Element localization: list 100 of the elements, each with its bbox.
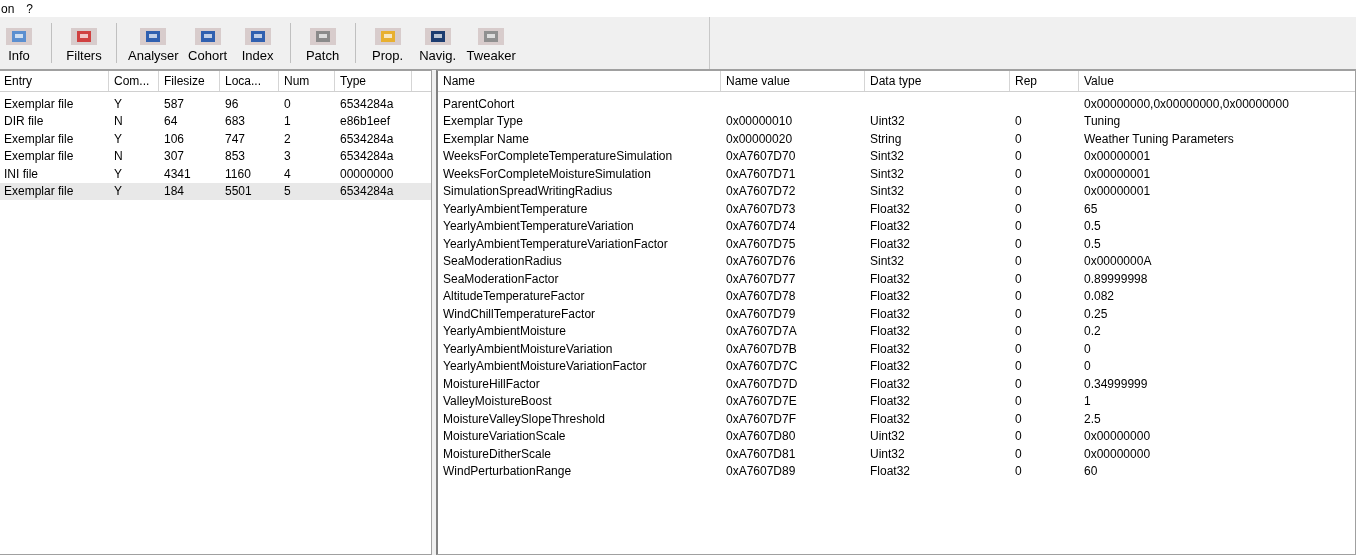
table-cell: 0 (1015, 429, 1022, 444)
table-cell: 2.5 (1084, 411, 1101, 426)
table-cell: 0.082 (1084, 289, 1115, 304)
table-cell: 0 (1015, 446, 1022, 461)
table-cell: Uint32 (870, 446, 905, 461)
table-cell: 0xA7607D7C (726, 359, 798, 374)
table-cell: Float32 (870, 219, 911, 234)
menu-item[interactable]: ? (26, 1, 34, 16)
table-cell: 65 (1084, 201, 1098, 216)
table-cell: WeeksForCompleteTemperatureSimulation (443, 149, 673, 164)
table-cell: 0xA7607D7F (726, 411, 797, 426)
entry-row[interactable]: Exemplar file Y 184 5501 5 6534284a (0, 182, 431, 200)
table-cell: 0x00000010 (726, 114, 793, 129)
toolbar-button[interactable]: Index (232, 17, 283, 69)
table-cell: MoistureValleySlopeThreshold (443, 411, 605, 426)
toolbar-button[interactable]: Prop. (362, 17, 413, 69)
entry-row[interactable]: Exemplar file N 307 853 3 6534284a (0, 147, 431, 165)
tool-icon (140, 28, 167, 45)
entry-row[interactable]: INI file Y 4341 1160 4 00000000 (0, 165, 431, 183)
table-cell: Sint32 (870, 149, 905, 164)
table-cell: Exemplar Type (443, 114, 523, 129)
table-cell: WindPerturbationRange (443, 464, 572, 479)
toolbar-button[interactable]: Tweaker (462, 17, 520, 69)
column-header[interactable]: Rep (1010, 71, 1079, 91)
table-cell: 0 (1015, 271, 1022, 286)
table-cell: Sint32 (870, 254, 905, 269)
table-cell: YearlyAmbientTemperatureVariationFactor (443, 236, 668, 251)
table-cell: MoistureDitherScale (443, 446, 552, 461)
table-cell: 0.5 (1084, 219, 1101, 234)
tool-icon (71, 28, 97, 45)
table-cell: 0x00000020 (726, 131, 793, 146)
tool-icon (374, 28, 401, 45)
table-cell: 0 (1015, 394, 1022, 409)
toolbar-button[interactable]: Patch (297, 17, 348, 69)
table-cell: Float32 (870, 341, 911, 356)
toolbar-button[interactable]: Filters (59, 17, 109, 69)
column-header[interactable]: Name value (721, 71, 865, 91)
table-cell: 0x00000001 (1084, 149, 1151, 164)
table-cell: 0 (1015, 411, 1022, 426)
table-cell: Uint32 (870, 114, 905, 129)
table-cell: 0xA7607D7D (726, 376, 798, 391)
table-cell: YearlyAmbientMoisture (443, 324, 566, 339)
table-cell: 0 (1015, 464, 1022, 479)
table-cell: 0xA7607D79 (726, 306, 796, 321)
column-header[interactable]: Loca... (220, 71, 279, 91)
table-cell: 0 (1015, 114, 1022, 129)
table-cell: 0.34999999 (1084, 376, 1148, 391)
table-cell: 0xA7607D7B (726, 341, 797, 356)
table-cell: Float32 (870, 411, 911, 426)
toolbar-button[interactable]: Analyser (124, 17, 183, 69)
tool-icon (424, 28, 451, 45)
table-cell: 0 (1015, 184, 1022, 199)
table-cell: 0xA7607D74 (726, 219, 796, 234)
table-cell: 0 (1015, 341, 1022, 356)
tool-icon (194, 28, 221, 45)
column-header[interactable]: Data type (865, 71, 1010, 91)
toolbar-button[interactable]: Cohort (182, 17, 233, 69)
table-cell: 0 (1015, 289, 1022, 304)
table-cell: MoistureHillFactor (443, 376, 540, 391)
table-cell: 0xA7607D7A (726, 324, 797, 339)
menu-item[interactable]: on (1, 1, 15, 16)
table-cell: 0x00000001 (1084, 184, 1151, 199)
toolbar-button[interactable]: Navig. (412, 17, 463, 69)
table-cell: 0xA7607D76 (726, 254, 796, 269)
table-cell: 0x00000001 (1084, 166, 1151, 181)
table-cell: 0.25 (1084, 306, 1108, 321)
table-cell: Float32 (870, 376, 911, 391)
table-cell: YearlyAmbientTemperature (443, 201, 588, 216)
table-cell: 0 (1015, 131, 1022, 146)
table-cell: 0xA7607D75 (726, 236, 796, 251)
table-cell: Float32 (870, 464, 911, 479)
table-cell: Float32 (870, 201, 911, 216)
table-cell: 0 (1015, 359, 1022, 374)
table-cell: 0.2 (1084, 324, 1101, 339)
table-cell: YearlyAmbientMoistureVariation (443, 341, 613, 356)
table-cell: MoistureVariationScale (443, 429, 566, 444)
column-header[interactable]: Filesize (159, 71, 220, 91)
table-cell: 0 (1015, 236, 1022, 251)
table-cell: SeaModerationFactor (443, 271, 559, 286)
table-cell: 0x00000000,0x00000000,0x00000000 (1084, 96, 1289, 111)
table-cell: 0 (1015, 324, 1022, 339)
column-header[interactable]: Type (335, 71, 412, 91)
table-cell: SeaModerationRadius (443, 254, 562, 269)
column-header[interactable]: Value (1079, 71, 1355, 91)
table-cell: String (870, 131, 902, 146)
table-cell: WeeksForCompleteMoistureSimulation (443, 166, 651, 181)
entry-row[interactable]: Exemplar file Y 106 747 2 6534284a (0, 130, 431, 148)
column-header[interactable]: Num (279, 71, 335, 91)
table-cell: 0x00000000 (1084, 446, 1151, 461)
table-cell: 0 (1084, 341, 1091, 356)
table-cell: 0xA7607D89 (726, 464, 796, 479)
table-cell: WindChillTemperatureFactor (443, 306, 596, 321)
table-cell: Float32 (870, 306, 911, 321)
entry-row[interactable]: DIR file N 64 683 1 e86b1eef (0, 112, 431, 130)
toolbar-button[interactable]: Info (0, 17, 44, 69)
column-header[interactable]: Name (438, 71, 721, 91)
column-header[interactable]: Com... (109, 71, 159, 91)
column-header[interactable]: Entry (0, 71, 109, 91)
table-cell: 0 (1084, 359, 1091, 374)
entry-row[interactable]: Exemplar file Y 587 96 0 6534284a (0, 95, 431, 113)
